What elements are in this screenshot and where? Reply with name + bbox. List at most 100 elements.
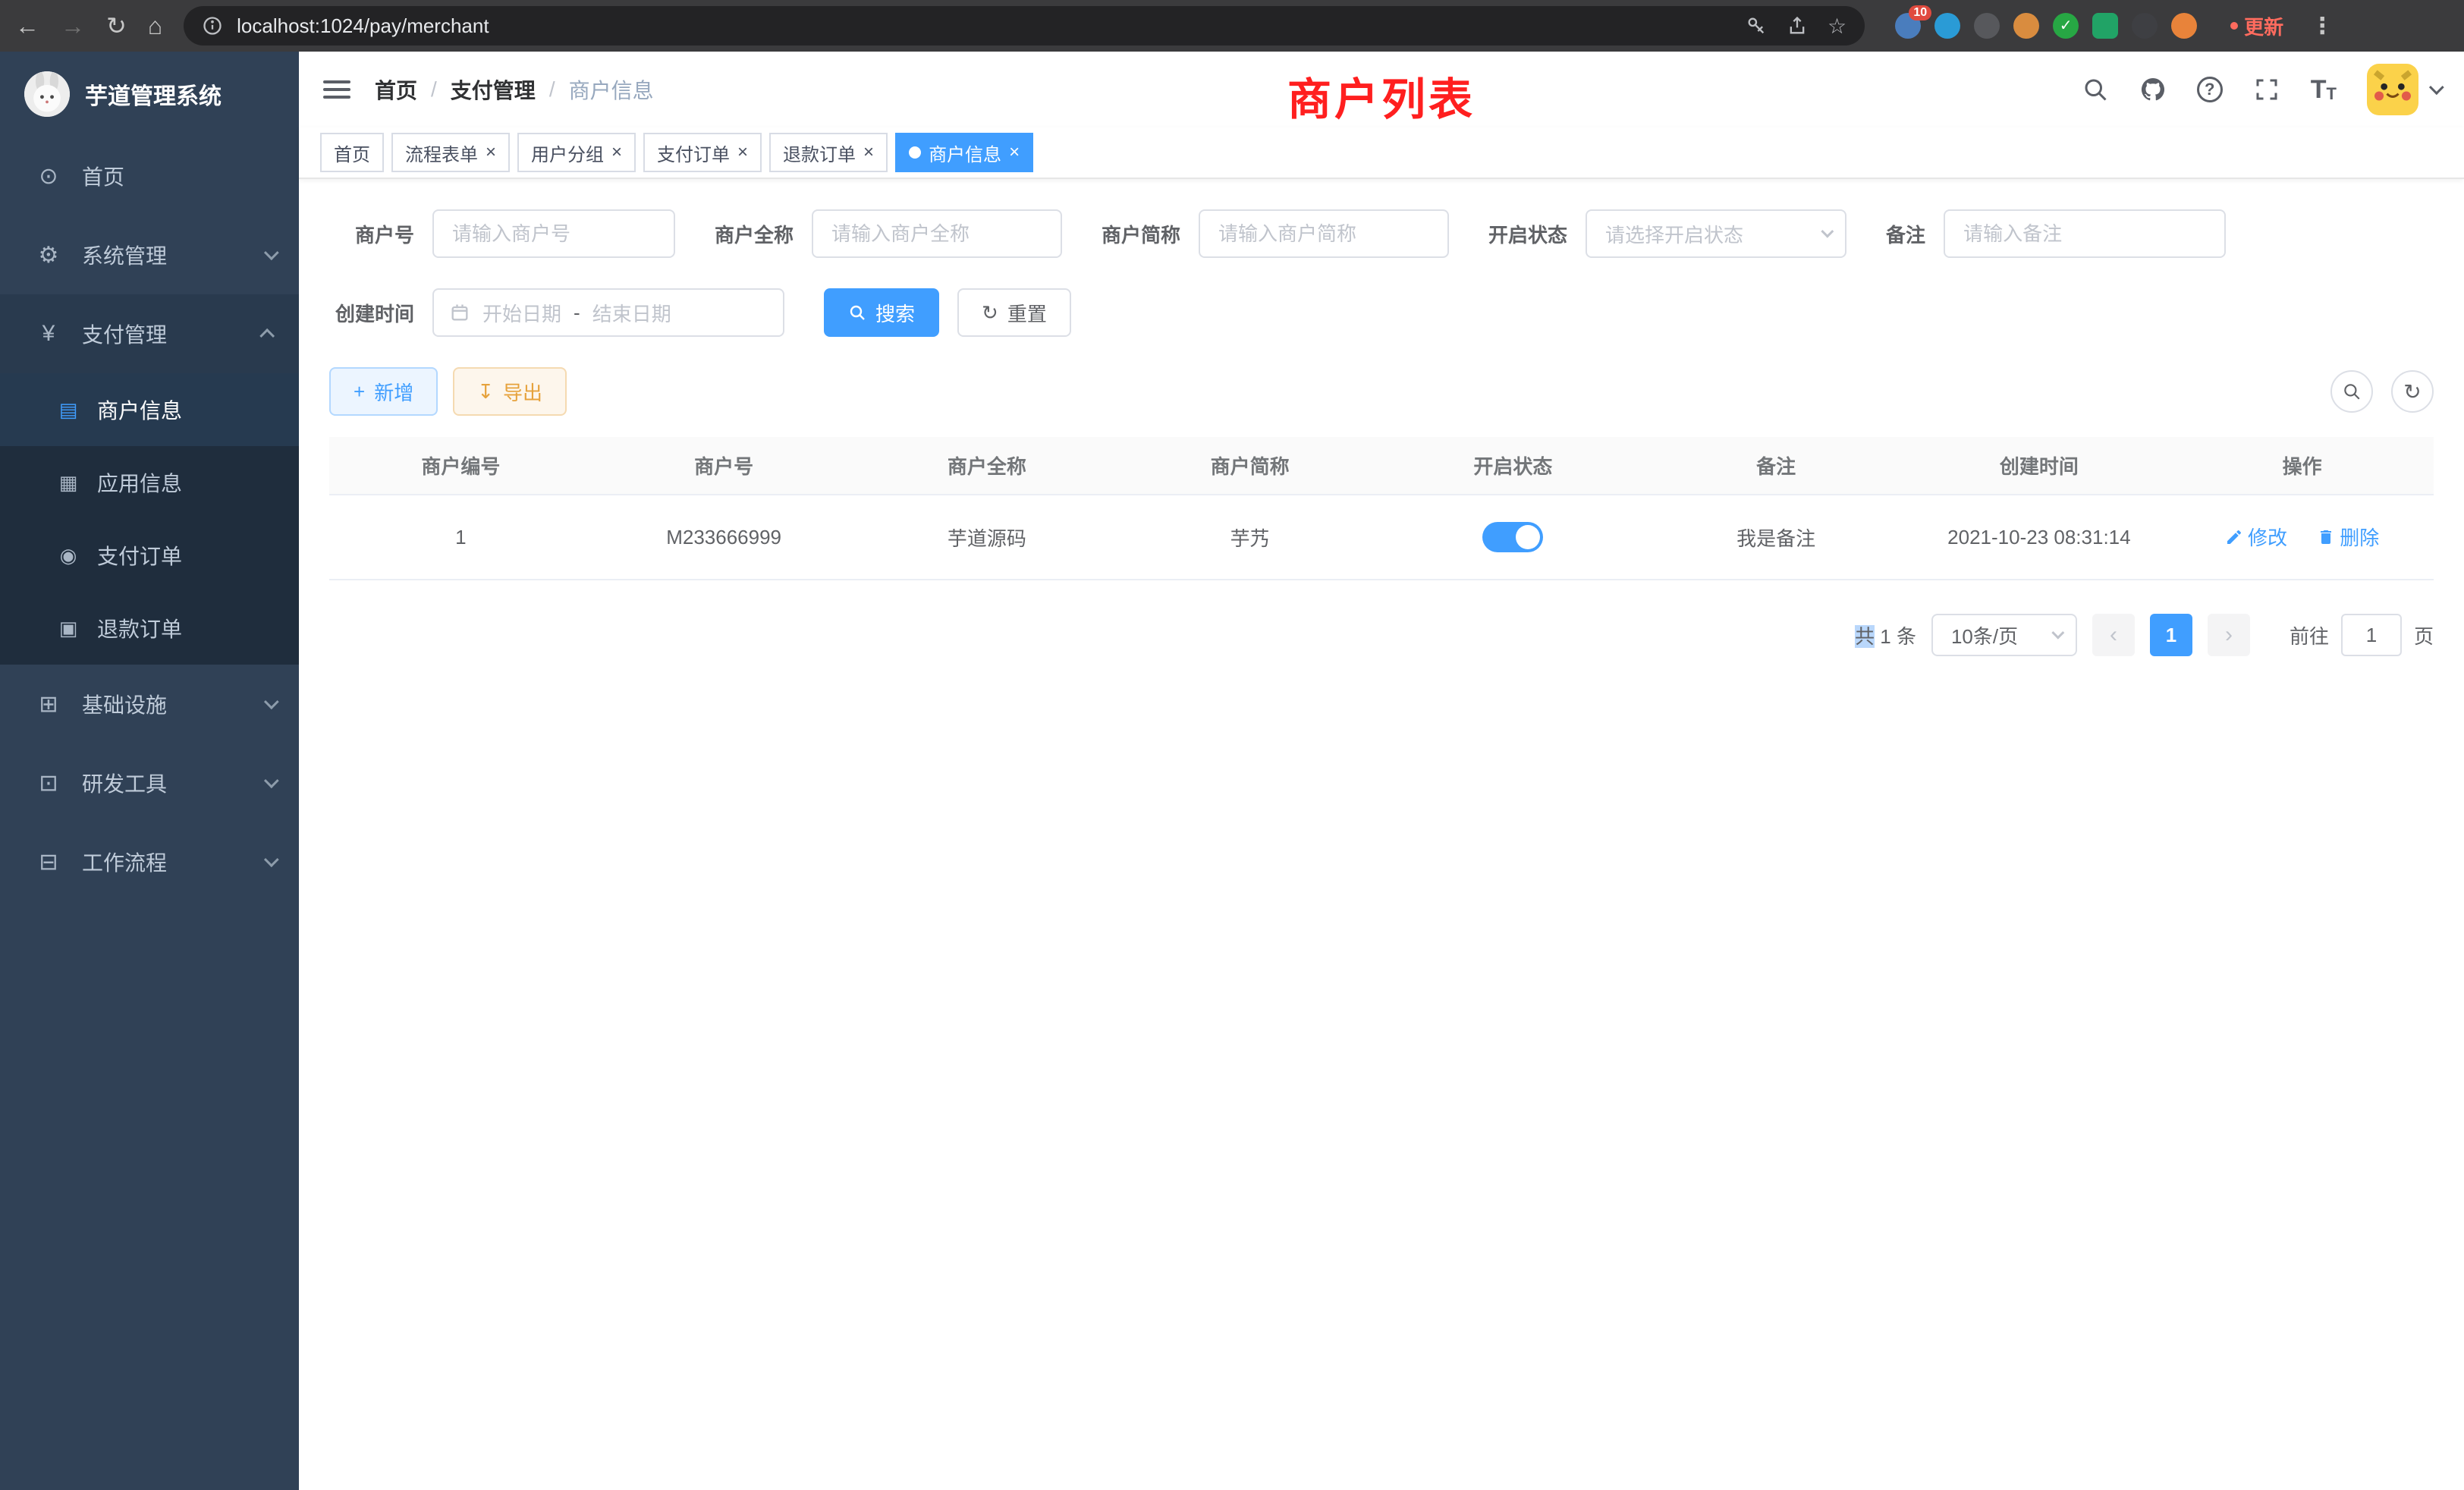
- close-icon[interactable]: ×: [611, 143, 622, 162]
- merchant-table: 商户编号 商户号 商户全称 商户简称 开启状态 备注 创建时间 操作 1: [329, 437, 2434, 580]
- merchant-no-label: 商户号: [329, 220, 414, 248]
- password-key-icon[interactable]: [1746, 15, 1767, 36]
- sidebar: 芋道管理系统 ⊙ 首页 ⚙ 系统管理 ¥ 支付管理: [0, 52, 299, 1490]
- browser-back-icon[interactable]: ←: [15, 14, 39, 38]
- short-name-input[interactable]: [1199, 209, 1449, 258]
- font-size-icon[interactable]: TT: [2311, 77, 2337, 102]
- logo-rabbit-icon: [24, 71, 70, 117]
- sidebar-item-payment[interactable]: ¥ 支付管理: [0, 294, 299, 373]
- close-icon[interactable]: ×: [1009, 143, 1020, 162]
- screen: ← → ↻ ⌂ localhost:1024/pay/merchant ☆ 10: [0, 0, 2464, 1490]
- extension-green-square-icon[interactable]: [2092, 13, 2118, 39]
- site-info-icon[interactable]: [202, 15, 223, 36]
- sidebar-subitem-pay-order[interactable]: ◉ 支付订单: [0, 519, 299, 592]
- next-page-button[interactable]: ›: [2208, 614, 2250, 656]
- address-bar[interactable]: localhost:1024/pay/merchant ☆: [184, 6, 1865, 46]
- refund-doc-icon: ▣: [52, 617, 85, 640]
- gear-icon: ⚙: [30, 242, 67, 269]
- sidebar-subitem-merchant-info[interactable]: ▤ 商户信息: [0, 373, 299, 446]
- table-row: 1 M233666999 芋道源码 芋艿 我是备注 2021-10-23 08:…: [329, 495, 2434, 580]
- browser-menu-icon[interactable]: ⋮: [2311, 13, 2334, 39]
- full-name-input[interactable]: [812, 209, 1062, 258]
- table-header-row: 商户编号 商户号 商户全称 商户简称 开启状态 备注 创建时间 操作: [329, 437, 2434, 495]
- add-button[interactable]: + 新增: [329, 367, 438, 416]
- tab-home[interactable]: 首页: [320, 133, 384, 172]
- sidebar-item-system[interactable]: ⚙ 系统管理: [0, 215, 299, 294]
- tab-process-form[interactable]: 流程表单×: [391, 133, 510, 172]
- infrastructure-icon: ⊞: [30, 691, 67, 718]
- create-time-label: 创建时间: [329, 299, 414, 327]
- search-button[interactable]: 搜索: [824, 288, 939, 337]
- delete-button[interactable]: 删除: [2317, 523, 2379, 551]
- close-icon[interactable]: ×: [863, 143, 874, 162]
- sidebar-item-workflow[interactable]: ⊟ 工作流程: [0, 822, 299, 901]
- merchant-no-input[interactable]: [432, 209, 675, 258]
- create-time-range-picker[interactable]: 开始日期 - 结束日期: [432, 288, 784, 337]
- browser-forward-icon[interactable]: →: [61, 14, 85, 38]
- sidebar-subitem-app-info[interactable]: ▦ 应用信息: [0, 446, 299, 519]
- export-button[interactable]: ↧ 导出: [453, 367, 567, 416]
- breadcrumb-home[interactable]: 首页: [375, 74, 417, 105]
- browser-home-icon[interactable]: ⌂: [148, 14, 162, 38]
- chevron-down-icon: [1821, 225, 1834, 238]
- chevron-down-icon: [264, 694, 279, 709]
- sidebar-item-devtools[interactable]: ⊡ 研发工具: [0, 743, 299, 822]
- close-icon[interactable]: ×: [737, 143, 748, 162]
- sidebar-item-infrastructure[interactable]: ⊞ 基础设施: [0, 665, 299, 743]
- extension-drop-icon[interactable]: [1934, 13, 1960, 39]
- tab-pay-order[interactable]: 支付订单×: [643, 133, 762, 172]
- fullscreen-icon[interactable]: [2253, 76, 2280, 103]
- yen-icon: ¥: [30, 321, 67, 347]
- extension-check-icon[interactable]: ✓: [2053, 13, 2079, 39]
- col-status: 开启状态: [1381, 437, 1645, 495]
- share-icon[interactable]: [1787, 15, 1808, 36]
- reset-button[interactable]: ↻ 重置: [957, 288, 1071, 337]
- extension-avatar-icon[interactable]: [2013, 13, 2039, 39]
- page-content: 商户号 商户全称 商户简称 开启状态 请选择开启状态: [299, 179, 2464, 1490]
- breadcrumb-payment[interactable]: 支付管理: [451, 74, 536, 105]
- hamburger-icon[interactable]: [323, 80, 350, 99]
- help-icon[interactable]: ?: [2197, 77, 2223, 102]
- search-icon[interactable]: [2082, 76, 2109, 103]
- goto-page-input[interactable]: [2341, 614, 2402, 656]
- edit-button[interactable]: 修改: [2225, 523, 2287, 551]
- dashboard-icon: ⊙: [30, 163, 67, 190]
- toggle-search-button[interactable]: [2330, 370, 2373, 413]
- app-logo[interactable]: 芋道管理系统: [0, 52, 299, 137]
- status-select[interactable]: 请选择开启状态: [1586, 209, 1846, 258]
- browser-update-button[interactable]: 更新: [2230, 12, 2283, 40]
- status-toggle[interactable]: [1482, 522, 1543, 552]
- user-menu[interactable]: [2367, 64, 2440, 115]
- profile-avatar-icon[interactable]: [2171, 13, 2197, 39]
- sidebar-item-home[interactable]: ⊙ 首页: [0, 137, 299, 215]
- page-number-1[interactable]: 1: [2150, 614, 2192, 656]
- filter-row-1: 商户号 商户全称 商户简称 开启状态 请选择开启状态: [329, 209, 2434, 258]
- tab-merchant-info[interactable]: 商户信息×: [895, 133, 1033, 172]
- search-icon: [2342, 382, 2362, 401]
- active-dot: [909, 146, 921, 159]
- extension-dark-icon[interactable]: [1974, 13, 2000, 39]
- prev-page-button[interactable]: ‹: [2092, 614, 2135, 656]
- sidebar-subitem-refund-order[interactable]: ▣ 退款订单: [0, 592, 299, 665]
- remark-input[interactable]: [1944, 209, 2226, 258]
- extension-pin-icon[interactable]: [2132, 13, 2158, 39]
- cell-short-name: 芋艿: [1118, 495, 1381, 580]
- page-size-select[interactable]: 10条/页: [1931, 614, 2077, 656]
- col-actions: 操作: [2170, 437, 2434, 495]
- cell-full-name: 芋道源码: [856, 495, 1119, 580]
- github-icon[interactable]: [2139, 76, 2167, 103]
- extension-puzzle-icon[interactable]: 10: [1895, 13, 1921, 39]
- tab-refund-order[interactable]: 退款订单×: [769, 133, 888, 172]
- bookmark-star-icon[interactable]: ☆: [1828, 14, 1846, 39]
- close-icon[interactable]: ×: [486, 143, 496, 162]
- page-unit-label: 页: [2414, 621, 2434, 649]
- tags-view: 首页 流程表单× 用户分组× 支付订单× 退款订单× 商户信息×: [299, 127, 2464, 179]
- cell-actions: 修改 删除: [2170, 495, 2434, 580]
- navbar-actions: ? TT: [2082, 64, 2440, 115]
- browser-reload-icon[interactable]: ↻: [106, 14, 127, 38]
- chevron-down-icon: [264, 852, 279, 867]
- tab-user-group[interactable]: 用户分组×: [517, 133, 636, 172]
- refresh-table-button[interactable]: ↻: [2391, 370, 2434, 413]
- download-icon: ↧: [477, 382, 494, 401]
- breadcrumb-current: 商户信息: [569, 74, 654, 105]
